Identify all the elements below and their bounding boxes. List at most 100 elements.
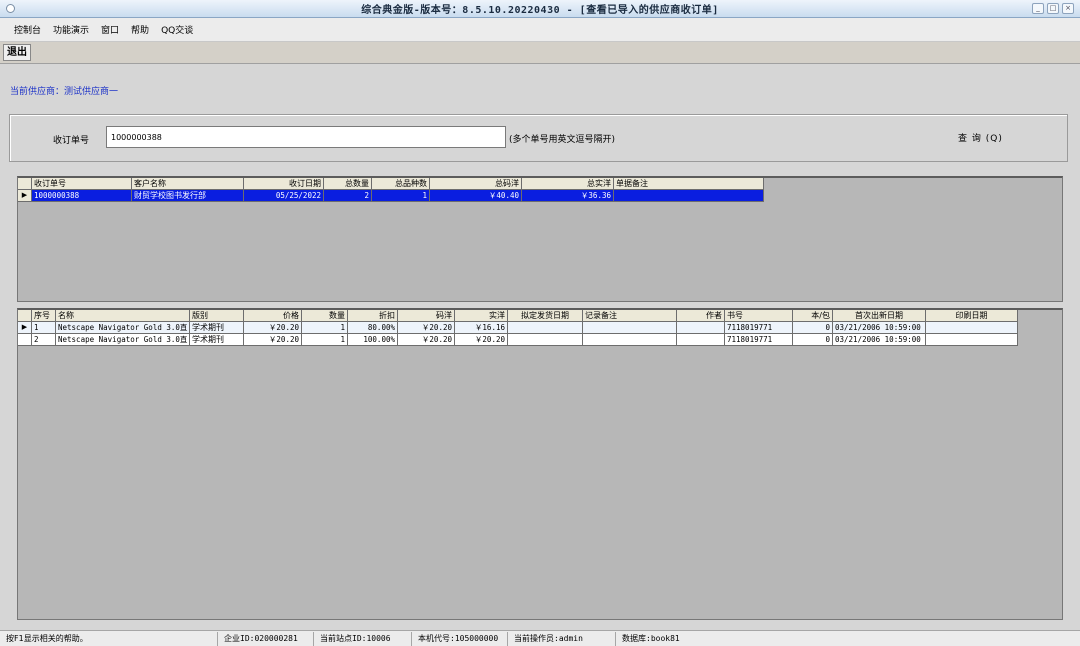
col-total-varieties[interactable]: 总品种数 — [372, 178, 430, 190]
col-discount[interactable]: 折扣 — [348, 310, 398, 322]
minimize-icon[interactable]: _ — [1032, 3, 1044, 14]
details-grid[interactable]: 序号 名称 版别 价格 数量 折扣 码洋 实洋 拟定发货日期 记录备注 作者 书… — [17, 308, 1063, 620]
cell-edition: 学术期刊 — [190, 334, 244, 346]
query-hint: (多个单号用英文逗号隔开) — [509, 135, 616, 145]
status-help: 按F1显示相关的帮助。 — [0, 631, 218, 646]
status-company-id: 企业ID:020000281 — [218, 631, 314, 646]
cell-net-price: ￥20.20 — [455, 334, 508, 346]
cell-isbn: 7118019771 — [725, 334, 793, 346]
menu-window[interactable]: 窗口 — [101, 23, 119, 36]
cell-discount: 80.00% — [348, 322, 398, 334]
col-planned-ship-date[interactable]: 拟定发货日期 — [508, 310, 583, 322]
cell-record-note — [583, 334, 677, 346]
col-isbn[interactable]: 书号 — [725, 310, 793, 322]
details-header-row: 序号 名称 版别 价格 数量 折扣 码洋 实洋 拟定发货日期 记录备注 作者 书… — [18, 310, 1062, 322]
col-seq[interactable]: 序号 — [32, 310, 56, 322]
cell-author — [677, 322, 725, 334]
window-controls: _ □ × — [1032, 3, 1074, 14]
menu-bar: 控制台 功能演示 窗口 帮助 QQ交谈 — [0, 18, 1080, 42]
row-indicator-header — [18, 310, 32, 322]
menu-qq-chat[interactable]: QQ交谈 — [161, 23, 193, 36]
cell-total-varieties: 1 — [372, 190, 430, 202]
cell-list-price: ￥20.20 — [398, 334, 455, 346]
order-number-input[interactable] — [106, 126, 506, 148]
cell-quantity: 1 — [302, 334, 348, 346]
col-edition[interactable]: 版别 — [190, 310, 244, 322]
title-bar: 综合典金版-版本号：8.5.10.20220430 - [查看已导入的供应商收订… — [0, 0, 1080, 18]
window-title: 综合典金版-版本号：8.5.10.20220430 - [查看已导入的供应商收订… — [361, 5, 719, 16]
cell-print-date — [926, 334, 1018, 346]
cell-seq: 2 — [32, 334, 56, 346]
cell-edition: 学术期刊 — [190, 322, 244, 334]
cell-total-net-price: ￥36.36 — [522, 190, 614, 202]
cell-first-release-date: 03/21/2006 10:59:00 — [833, 322, 926, 334]
row-pointer-icon: ▶ — [18, 322, 32, 334]
cell-per-pack: 0 — [793, 334, 833, 346]
cell-planned-ship-date — [508, 334, 583, 346]
cell-total-list-price: ￥40.40 — [430, 190, 522, 202]
toolbar: 退出 — [0, 42, 1080, 64]
orders-grid[interactable]: 收订单号 客户名称 收订日期 总数量 总品种数 总码洋 总实洋 单据备注 ▶ 1… — [17, 176, 1063, 302]
row-indicator-header — [18, 178, 32, 190]
menu-demo[interactable]: 功能演示 — [53, 23, 89, 36]
cell-author — [677, 334, 725, 346]
maximize-icon[interactable]: □ — [1047, 3, 1059, 14]
col-order-number[interactable]: 收订单号 — [32, 178, 132, 190]
row-indicator — [18, 334, 32, 346]
col-quantity[interactable]: 数量 — [302, 310, 348, 322]
exit-button[interactable]: 退出 — [3, 44, 31, 61]
status-bar: 按F1显示相关的帮助。 企业ID:020000281 当前站点ID:10006 … — [0, 630, 1080, 646]
col-order-note[interactable]: 单据备注 — [614, 178, 764, 190]
orders-header-row: 收订单号 客户名称 收订日期 总数量 总品种数 总码洋 总实洋 单据备注 — [18, 178, 1062, 190]
table-row[interactable]: ▶ 1 Netscape Navigator Gold 3.0直 学术期刊 ￥2… — [18, 322, 1062, 334]
col-list-price[interactable]: 码洋 — [398, 310, 455, 322]
order-number-label: 收订单号 — [53, 136, 90, 146]
col-name[interactable]: 名称 — [56, 310, 190, 322]
col-price[interactable]: 价格 — [244, 310, 302, 322]
status-database: 数据库:book81 — [622, 633, 680, 643]
cell-list-price: ￥20.20 — [398, 322, 455, 334]
current-supplier: 当前供应商：测试供应商一 — [10, 87, 119, 97]
query-button[interactable]: 查 询 (Q) — [958, 131, 1003, 144]
col-print-date[interactable]: 印刷日期 — [926, 310, 1018, 322]
table-row[interactable]: ▶ 1000000388 财贸学校图书发行部 05/25/2022 2 1 ￥4… — [18, 190, 1062, 202]
table-row[interactable]: 2 Netscape Navigator Gold 3.0直 学术期刊 ￥20.… — [18, 334, 1062, 346]
cell-isbn: 7118019771 — [725, 322, 793, 334]
menu-console[interactable]: 控制台 — [14, 23, 41, 36]
col-net-price[interactable]: 实洋 — [455, 310, 508, 322]
col-first-release-date[interactable]: 首次出新日期 — [833, 310, 926, 322]
cell-net-price: ￥16.16 — [455, 322, 508, 334]
col-customer-name[interactable]: 客户名称 — [132, 178, 244, 190]
cell-per-pack: 0 — [793, 322, 833, 334]
cell-quantity: 1 — [302, 322, 348, 334]
query-panel: 收订单号 (多个单号用英文逗号隔开) 查 询 (Q) — [9, 114, 1068, 162]
cell-order-date: 05/25/2022 — [244, 190, 324, 202]
col-order-date[interactable]: 收订日期 — [244, 178, 324, 190]
app-icon[interactable] — [6, 4, 15, 13]
cell-name: Netscape Navigator Gold 3.0直 — [56, 334, 190, 346]
col-author[interactable]: 作者 — [677, 310, 725, 322]
cell-discount: 100.00% — [348, 334, 398, 346]
cell-first-release-date: 03/21/2006 10:59:00 — [833, 334, 926, 346]
cell-customer-name: 财贸学校图书发行部 — [132, 190, 244, 202]
cell-order-note — [614, 190, 764, 202]
col-total-quantity[interactable]: 总数量 — [324, 178, 372, 190]
cell-price: ￥20.20 — [244, 322, 302, 334]
status-machine-code: 本机代号:105000000 — [412, 631, 508, 646]
status-site-id: 当前站点ID:10006 — [314, 631, 412, 646]
cell-print-date — [926, 322, 1018, 334]
menu-help[interactable]: 帮助 — [131, 23, 149, 36]
cell-name: Netscape Navigator Gold 3.0直 — [56, 322, 190, 334]
col-total-net-price[interactable]: 总实洋 — [522, 178, 614, 190]
cell-record-note — [583, 322, 677, 334]
cell-planned-ship-date — [508, 322, 583, 334]
status-operator: 当前操作员:admin — [508, 631, 616, 646]
row-pointer-icon: ▶ — [18, 190, 32, 202]
close-icon[interactable]: × — [1062, 3, 1074, 14]
col-per-pack[interactable]: 本/包 — [793, 310, 833, 322]
col-total-list-price[interactable]: 总码洋 — [430, 178, 522, 190]
cell-total-quantity: 2 — [324, 190, 372, 202]
col-record-note[interactable]: 记录备注 — [583, 310, 677, 322]
cell-order-number: 1000000388 — [32, 190, 132, 202]
main-content: 当前供应商：测试供应商一 收订单号 (多个单号用英文逗号隔开) 查 询 (Q) … — [0, 64, 1080, 630]
